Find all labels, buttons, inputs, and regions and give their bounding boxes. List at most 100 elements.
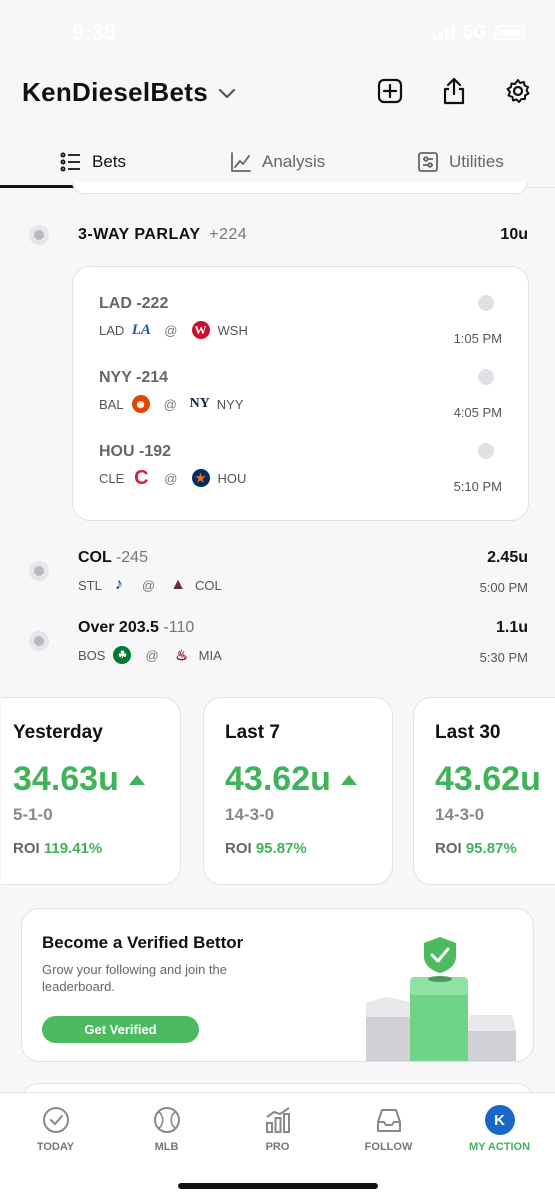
bet-time: 5:30 PM bbox=[479, 650, 528, 665]
parlay-units: 10u bbox=[500, 226, 528, 243]
bet-odds: -245 bbox=[115, 549, 148, 566]
bet-time: 5:00 PM bbox=[479, 580, 528, 595]
home-team: NYY bbox=[216, 396, 244, 412]
nav-label: TODAY bbox=[36, 1141, 75, 1153]
leg-status-dot bbox=[478, 443, 494, 459]
leg-status-dot bbox=[478, 295, 494, 311]
home-indicator[interactable] bbox=[178, 1183, 378, 1189]
tab-analysis[interactable]: Analysis bbox=[230, 136, 325, 188]
bar-chart-icon bbox=[263, 1105, 293, 1135]
nav-follow[interactable]: FOLLOW bbox=[333, 1105, 444, 1153]
avalanche-logo-icon: ▲ bbox=[170, 576, 186, 593]
stat-value: 34.63u bbox=[13, 760, 145, 799]
stat-label: Last 30 bbox=[435, 722, 501, 743]
at-symbol: @ bbox=[164, 322, 178, 338]
stat-label: Last 7 bbox=[225, 722, 280, 743]
bet-pick-label: COL bbox=[78, 549, 112, 566]
leg-pick: HOU -192 bbox=[99, 443, 172, 460]
parlay-title[interactable]: 3-WAY PARLAY +224 bbox=[78, 226, 247, 244]
bet-status-indicator bbox=[29, 631, 49, 651]
avatar-icon: K bbox=[484, 1105, 515, 1135]
astros-logo-icon: ★ bbox=[191, 469, 210, 487]
signal-icon bbox=[432, 25, 455, 40]
tab-bar: Bets Analysis Utilities bbox=[0, 136, 555, 188]
bet-matchup: BOS ☘ @ ♨ MIA bbox=[78, 646, 222, 664]
leg-time: 5:10 PM bbox=[453, 479, 502, 494]
nav-my-action[interactable]: K MY ACTION bbox=[444, 1105, 555, 1153]
header-actions bbox=[375, 74, 533, 108]
avatar: K bbox=[484, 1105, 515, 1135]
bet-units: 1.1u bbox=[495, 619, 528, 636]
leg-pick: NYY -214 bbox=[99, 369, 169, 386]
stat-card-last-30[interactable]: Last 30 43.62u 14-3-0 ROI 95.87% bbox=[413, 697, 555, 885]
stat-card-yesterday[interactable]: Yesterday 34.63u 5-1-0 ROI 119.41% bbox=[1, 697, 181, 885]
stat-label: Yesterday bbox=[13, 722, 103, 743]
roi-value: 95.87% bbox=[255, 840, 307, 857]
battery-icon bbox=[495, 25, 525, 40]
stat-value: 43.62u bbox=[225, 760, 357, 799]
at-symbol: @ bbox=[163, 396, 177, 412]
chart-line-icon bbox=[231, 152, 251, 172]
nav-mlb[interactable]: MLB bbox=[111, 1105, 222, 1153]
bet-matchup: STL ♪ @ ▲ COL bbox=[78, 576, 222, 594]
verified-bettor-card[interactable]: Become a Verified Bettor Grow your follo… bbox=[21, 908, 534, 1062]
tab-bets[interactable]: Bets bbox=[60, 136, 126, 188]
leg-time: 1:05 PM bbox=[453, 331, 502, 346]
check-circle-icon bbox=[41, 1105, 71, 1135]
home-team: WSH bbox=[217, 322, 248, 338]
trend-up-icon bbox=[340, 774, 357, 785]
stat-value-text: 43.62u bbox=[225, 760, 331, 798]
bet-status-indicator bbox=[29, 561, 49, 581]
share-button[interactable] bbox=[439, 74, 469, 108]
podium-illustration-icon bbox=[366, 937, 516, 1061]
bet-status-indicator bbox=[29, 225, 49, 245]
stat-value-text: 34.63u bbox=[13, 760, 119, 798]
leg-time: 4:05 PM bbox=[453, 405, 502, 420]
heat-logo-icon: ♨ bbox=[175, 646, 188, 663]
tab-utilities[interactable]: Utilities bbox=[417, 136, 504, 188]
stat-card-last-7[interactable]: Last 7 43.62u 14-3-0 ROI 95.87% bbox=[203, 697, 393, 885]
get-verified-button[interactable]: Get Verified bbox=[42, 1016, 199, 1043]
leg-pick: LAD -222 bbox=[99, 295, 169, 312]
stat-record: 14-3-0 bbox=[225, 805, 275, 824]
tab-label: Analysis bbox=[262, 152, 326, 171]
nav-label: MLB bbox=[154, 1141, 179, 1153]
away-team: STL bbox=[78, 577, 102, 593]
leg-matchup: CLE C @ ★ HOU bbox=[99, 467, 246, 489]
nationals-logo-icon: W bbox=[191, 321, 210, 339]
nav-pro[interactable]: PRO bbox=[222, 1105, 333, 1153]
stat-record: 5-1-0 bbox=[13, 805, 53, 824]
list-icon bbox=[60, 152, 80, 172]
previous-bet-card bbox=[72, 182, 528, 194]
settings-button[interactable] bbox=[503, 74, 533, 108]
bet-pick[interactable]: Over 203.5 -110 bbox=[78, 619, 194, 637]
blues-logo-icon: ♪ bbox=[114, 576, 123, 593]
leg-matchup: BAL ◉ @ NY NYY bbox=[99, 395, 244, 413]
sliders-icon bbox=[418, 152, 438, 172]
celtics-logo-icon: ☘ bbox=[113, 646, 132, 664]
nav-label: FOLLOW bbox=[364, 1141, 413, 1153]
bet-pick[interactable]: COL -245 bbox=[78, 549, 148, 567]
trend-up-icon bbox=[128, 774, 145, 785]
add-bet-button[interactable] bbox=[375, 74, 405, 108]
parlay-card[interactable]: LAD -222 LAD LA @ W WSH 1:05 PM NYY -214… bbox=[72, 266, 529, 521]
status-bar: 9:35 5G bbox=[0, 0, 555, 64]
account-name[interactable]: KenDieselBets bbox=[22, 77, 208, 108]
home-team: COL bbox=[195, 577, 222, 593]
nav-label: PRO bbox=[265, 1141, 290, 1153]
yankees-logo-icon: NY bbox=[189, 396, 210, 411]
orioles-logo-icon: ◉ bbox=[131, 395, 150, 413]
inbox-icon bbox=[374, 1105, 404, 1135]
stat-value-text: 43.62u bbox=[435, 760, 541, 798]
tab-label: Utilities bbox=[449, 152, 504, 171]
tab-label: Bets bbox=[92, 152, 127, 171]
nav-today[interactable]: TODAY bbox=[0, 1105, 111, 1153]
roi-label: ROI bbox=[225, 840, 252, 857]
roi-label: ROI bbox=[13, 840, 40, 857]
share-icon bbox=[443, 77, 465, 105]
roi-label: ROI bbox=[435, 840, 462, 857]
chevron-down-icon[interactable] bbox=[218, 88, 236, 100]
away-team: BOS bbox=[78, 647, 106, 663]
away-team: CLE bbox=[99, 470, 125, 486]
status-time: 9:35 bbox=[72, 20, 117, 45]
